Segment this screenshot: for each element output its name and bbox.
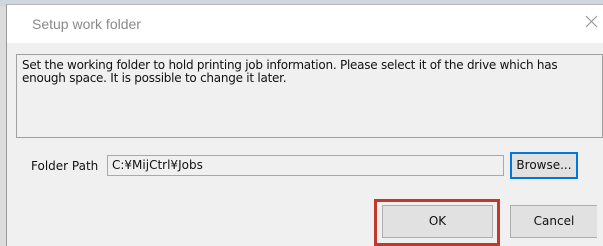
close-icon[interactable]	[581, 11, 603, 33]
browse-button[interactable]: Browse...	[510, 152, 578, 179]
folder-path-label: Folder Path	[31, 159, 99, 173]
description-box: Set the working folder to hold printing …	[16, 54, 603, 138]
description-text: Set the working folder to hold printing …	[22, 58, 558, 85]
dialog-title: Setup work folder	[32, 16, 141, 32]
cancel-button[interactable]: Cancel	[510, 205, 597, 238]
folder-path-input[interactable]: C:¥MijCtrl¥Jobs	[107, 155, 504, 176]
ok-button-highlight	[374, 199, 500, 246]
title-bar: Setup work folder	[7, 5, 603, 43]
